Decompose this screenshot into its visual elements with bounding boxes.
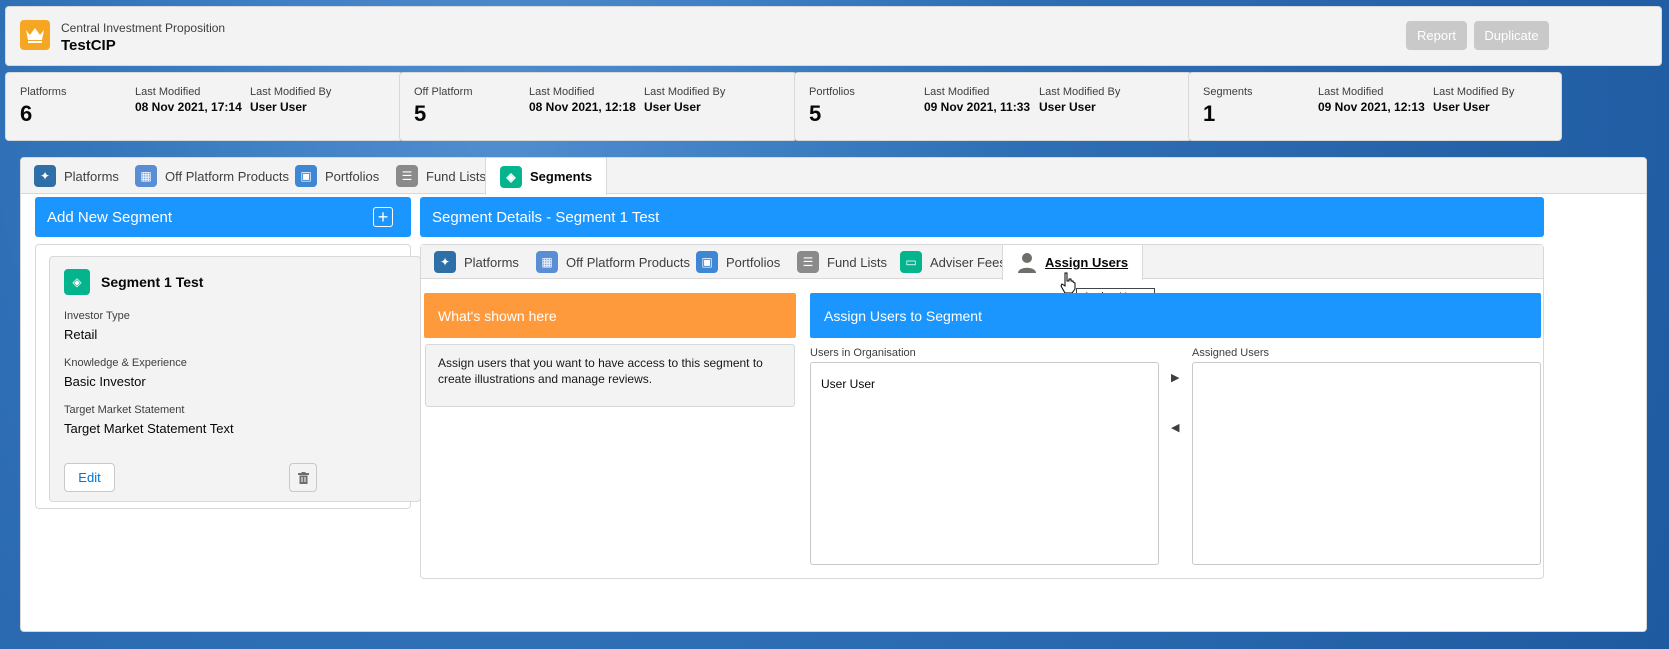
add-segment-button[interactable]: + xyxy=(373,207,393,227)
stat-value: 1 xyxy=(1203,101,1216,126)
whats-shown-header: What's shown here xyxy=(424,293,796,338)
segment-list: ◈ Segment 1 Test Investor Type Retail Kn… xyxy=(35,244,421,509)
whats-shown-text: Assign users that you want to have acces… xyxy=(425,344,795,407)
page-subtitle: Central Investment Proposition xyxy=(61,21,226,35)
last-modified-value: 08 Nov 2021, 17:14 xyxy=(135,100,242,114)
stat-value: 5 xyxy=(414,101,427,126)
last-modified-by-label: Last Modified By xyxy=(250,86,332,98)
last-modified-value: 09 Nov 2021, 12:13 xyxy=(1318,100,1425,114)
segment-icon: ◈ xyxy=(500,165,522,188)
users-in-organisation-list[interactable]: User User xyxy=(810,362,1159,565)
tab-off-platform-products[interactable]: ▦ Off Platform Products xyxy=(135,158,289,194)
subtab-label: Platforms xyxy=(464,254,519,270)
table-icon: ▦ xyxy=(135,165,157,187)
last-modified-by-value: User User xyxy=(1433,100,1490,114)
knowledge-value: Basic Investor xyxy=(64,374,146,389)
edit-button[interactable]: Edit xyxy=(64,463,115,492)
user-icon xyxy=(1018,252,1036,273)
list-item[interactable]: User User xyxy=(821,377,875,391)
subtab-label: Off Platform Products xyxy=(566,254,691,270)
platform-icon: ✦ xyxy=(34,165,56,187)
subtab-portfolios[interactable]: ▣ Portfolios xyxy=(696,245,780,279)
add-new-segment-title: Add New Segment xyxy=(47,208,173,226)
trash-icon xyxy=(297,471,309,484)
tab-label: Platforms xyxy=(64,168,119,184)
last-modified-by-value: User User xyxy=(250,100,307,114)
add-new-segment-bar: Add New Segment + xyxy=(35,197,411,237)
users-in-organisation-label: Users in Organisation xyxy=(810,347,916,359)
tab-label: Segments xyxy=(530,169,593,184)
money-icon: ▭ xyxy=(900,251,922,273)
stat-label: Portfolios xyxy=(809,86,855,98)
main-panel: ✦ Platforms ▦ Off Platform Products ▣ Po… xyxy=(20,157,1647,632)
stat-value: 5 xyxy=(809,101,822,126)
platform-icon: ✦ xyxy=(434,251,456,273)
last-modified-by-value: User User xyxy=(644,100,701,114)
assign-users-header: Assign Users to Segment xyxy=(810,293,1541,338)
tab-label: Off Platform Products xyxy=(165,168,290,184)
segment-card: ◈ Segment 1 Test Investor Type Retail Kn… xyxy=(49,256,421,502)
report-button[interactable]: Report xyxy=(1406,21,1467,50)
tab-portfolios[interactable]: ▣ Portfolios xyxy=(295,158,379,194)
last-modified-label: Last Modified xyxy=(135,86,201,98)
list-icon: ☰ xyxy=(797,251,819,273)
target-market-label: Target Market Statement xyxy=(64,404,185,416)
move-right-icon[interactable]: ▶ xyxy=(1171,371,1179,384)
stat-card-platforms: Platforms 6 Last Modified 08 Nov 2021, 1… xyxy=(5,72,403,141)
target-market-value: Target Market Statement Text xyxy=(64,421,234,436)
last-modified-label: Last Modified xyxy=(924,86,990,98)
assigned-users-list[interactable] xyxy=(1192,362,1541,565)
stat-label: Platforms xyxy=(20,86,67,98)
last-modified-value: 09 Nov 2021, 11:33 xyxy=(924,100,1031,114)
investor-type-value: Retail xyxy=(64,327,98,342)
list-icon: ☰ xyxy=(396,165,418,187)
assigned-users-label: Assigned Users xyxy=(1192,347,1270,359)
segment-icon: ◈ xyxy=(64,269,90,295)
last-modified-by-label: Last Modified By xyxy=(1433,86,1515,98)
last-modified-value: 08 Nov 2021, 12:18 xyxy=(529,100,636,114)
table-icon: ▦ xyxy=(536,251,558,273)
portfolio-icon: ▣ xyxy=(696,251,718,273)
last-modified-label: Last Modified xyxy=(1318,86,1384,98)
subtab-adviser-fees[interactable]: ▭ Adviser Fees xyxy=(900,245,1006,279)
stat-card-segments: Segments 1 Last Modified 09 Nov 2021, 12… xyxy=(1188,72,1562,141)
details-tabbar: ✦ Platforms ▦ Off Platform Products ▣ Po… xyxy=(421,245,1543,280)
tab-label: Portfolios xyxy=(325,168,380,184)
subtab-label: Fund Lists xyxy=(827,254,887,270)
subtab-label: Assign Users xyxy=(1045,255,1129,270)
stat-card-off-platform: Off Platform 5 Last Modified 08 Nov 2021… xyxy=(399,72,797,141)
subtab-platforms[interactable]: ✦ Platforms xyxy=(434,245,519,279)
delete-button[interactable] xyxy=(289,463,317,492)
last-modified-label: Last Modified xyxy=(529,86,595,98)
investor-type-label: Investor Type xyxy=(64,310,130,322)
subtab-label: Adviser Fees xyxy=(930,254,1006,270)
page-title: TestCIP xyxy=(61,37,116,54)
subtab-fund-lists[interactable]: ☰ Fund Lists xyxy=(797,245,887,279)
tab-platforms[interactable]: ✦ Platforms xyxy=(34,158,119,194)
page-header: Central Investment Proposition TestCIP R… xyxy=(5,6,1662,66)
portfolio-icon: ▣ xyxy=(295,165,317,187)
tab-fund-lists[interactable]: ☰ Fund Lists xyxy=(396,158,486,194)
move-left-icon[interactable]: ◀ xyxy=(1171,421,1179,434)
stat-label: Off Platform xyxy=(414,86,473,98)
crown-icon xyxy=(20,20,50,50)
segment-details-panel: ✦ Platforms ▦ Off Platform Products ▣ Po… xyxy=(420,244,1544,579)
tab-label: Fund Lists xyxy=(426,168,486,184)
tab-segments[interactable]: ◈ Segments xyxy=(485,158,608,195)
last-modified-by-label: Last Modified By xyxy=(1039,86,1121,98)
main-tabbar: ✦ Platforms ▦ Off Platform Products ▣ Po… xyxy=(21,158,1646,195)
last-modified-by-value: User User xyxy=(1039,100,1096,114)
stat-label: Segments xyxy=(1203,86,1253,98)
subtab-label: Portfolios xyxy=(726,254,781,270)
subtab-off-platform-products[interactable]: ▦ Off Platform Products xyxy=(536,245,690,279)
segment-details-title: Segment Details - Segment 1 Test xyxy=(432,208,660,226)
segment-details-bar: Segment Details - Segment 1 Test xyxy=(420,197,1544,237)
knowledge-label: Knowledge & Experience xyxy=(64,357,187,369)
duplicate-button[interactable]: Duplicate xyxy=(1474,21,1549,50)
segment-name: Segment 1 Test xyxy=(101,274,204,290)
last-modified-by-label: Last Modified By xyxy=(644,86,726,98)
stat-card-portfolios: Portfolios 5 Last Modified 09 Nov 2021, … xyxy=(794,72,1192,141)
stat-value: 6 xyxy=(20,101,33,126)
